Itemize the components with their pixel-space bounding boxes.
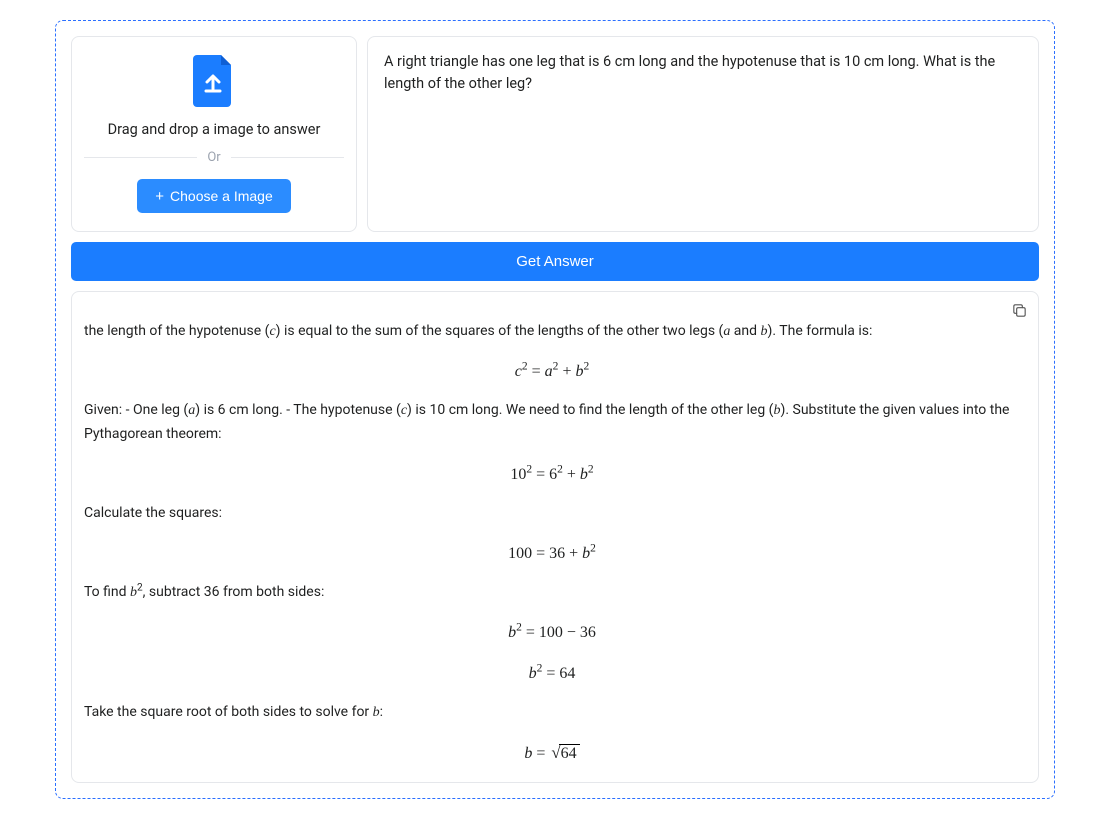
upload-drag-label: Drag and drop a image to answer <box>108 121 321 138</box>
choose-image-button[interactable]: + Choose a Image <box>137 179 291 213</box>
upload-divider: Or <box>72 150 356 165</box>
plus-icon: + <box>155 189 164 204</box>
upload-file-icon <box>193 55 235 107</box>
equation: b2 = 64 <box>84 660 1020 687</box>
answer-para: Given: - One leg (a) is 6 cm long. - The… <box>84 399 1020 447</box>
answer-para: To find b2, subtract 36 from both sides: <box>84 581 1020 605</box>
equation: b = √64 <box>84 739 1020 768</box>
copy-icon[interactable] <box>1011 302 1028 323</box>
equation: c2 = a2 + b2 <box>84 358 1020 385</box>
answer-scroll-area[interactable]: the length of the hypotenuse (c) is equa… <box>84 320 1026 770</box>
upload-or-label: Or <box>197 150 230 165</box>
answer-body: the length of the hypotenuse (c) is equa… <box>84 320 1020 770</box>
choose-image-label: Choose a Image <box>170 188 273 204</box>
equation: b2 = 100 − 36 <box>84 619 1020 646</box>
question-answer-panel: Drag and drop a image to answer Or + Cho… <box>55 20 1055 799</box>
answer-para: Take the square root of both sides to so… <box>84 701 1020 725</box>
answer-para: the length of the hypotenuse (c) is equa… <box>84 320 1020 344</box>
answer-card: the length of the hypotenuse (c) is equa… <box>71 291 1039 783</box>
equation: 102 = 62 + b2 <box>84 461 1020 488</box>
question-input[interactable] <box>367 36 1039 232</box>
equation: 100 = 36 + b2 <box>84 540 1020 567</box>
input-row: Drag and drop a image to answer Or + Cho… <box>71 36 1039 232</box>
get-answer-button[interactable]: Get Answer <box>71 242 1039 281</box>
image-upload-card[interactable]: Drag and drop a image to answer Or + Cho… <box>71 36 357 232</box>
answer-para: Calculate the squares: <box>84 502 1020 526</box>
